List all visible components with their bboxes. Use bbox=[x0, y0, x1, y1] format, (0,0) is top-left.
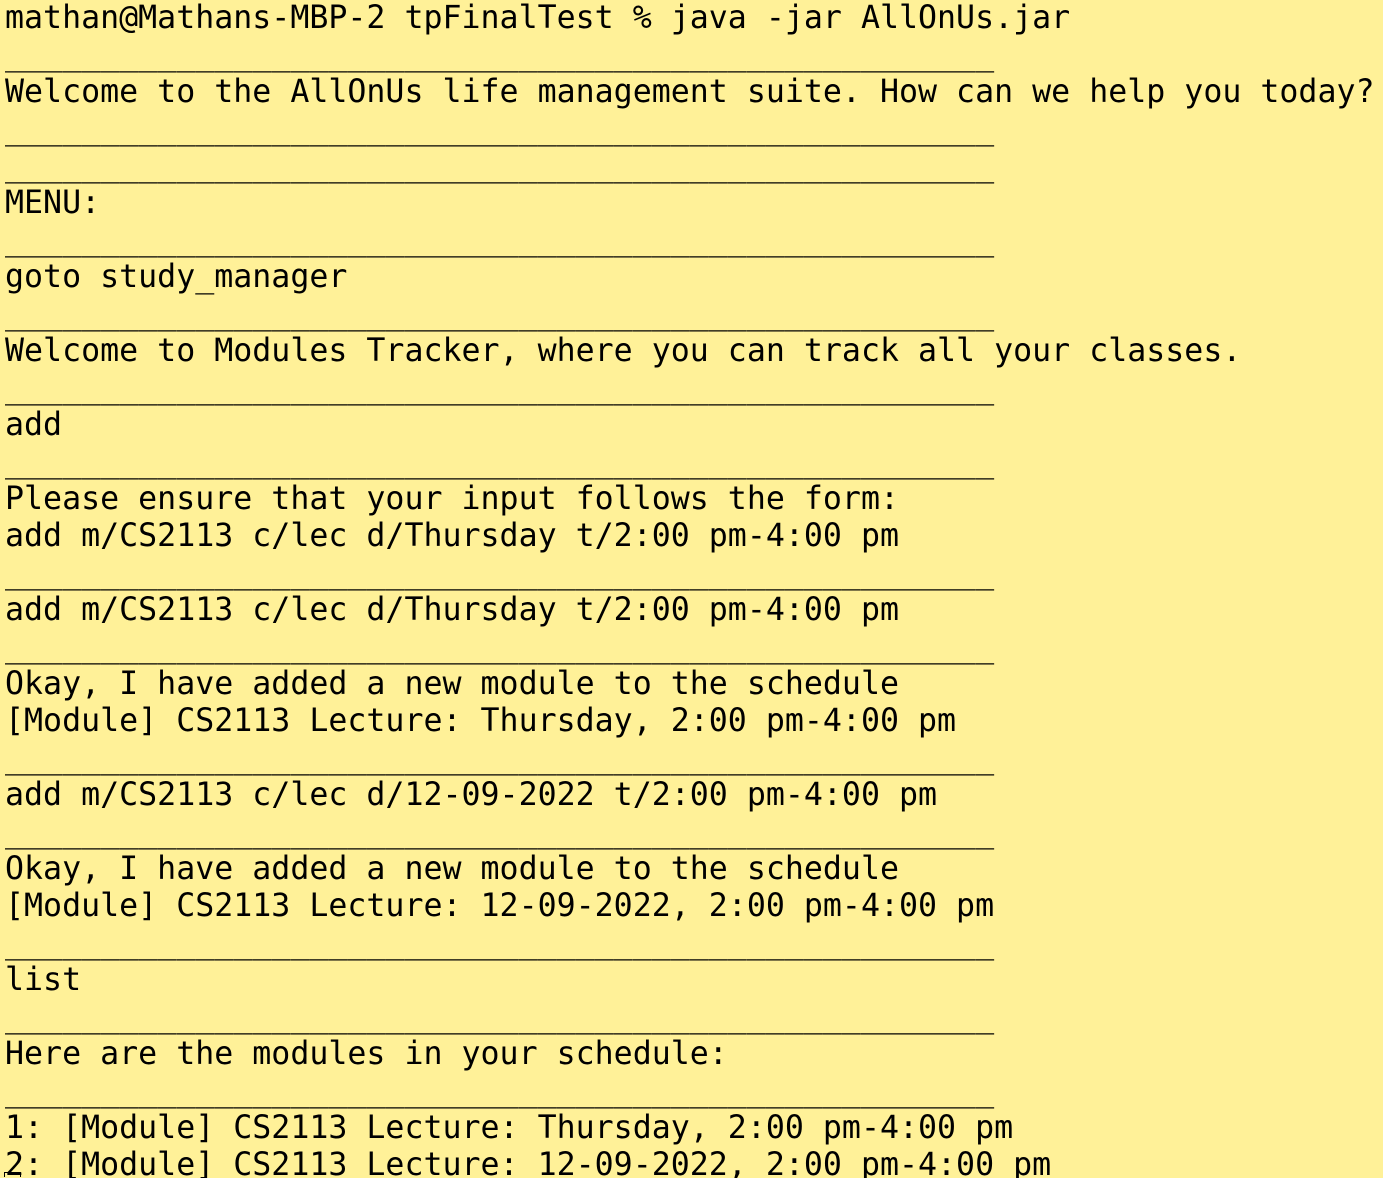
user-input-add: add bbox=[5, 407, 63, 443]
module-added-confirmation: Okay, I have added a new module to the s… bbox=[5, 666, 899, 702]
schedule-list-item: 1: [Module] CS2113 Lecture: Thursday, 2:… bbox=[5, 1110, 1014, 1146]
separator-line: ________________________________________… bbox=[5, 629, 995, 665]
menu-heading: MENU: bbox=[5, 185, 101, 221]
text-cursor bbox=[4, 1172, 21, 1177]
format-hint-message: Please ensure that your input follows th… bbox=[5, 481, 899, 517]
user-input-goto: goto study_manager bbox=[5, 259, 348, 295]
user-input-list: list bbox=[5, 962, 82, 998]
module-added-details: [Module] CS2113 Lecture: 12-09-2022, 2:0… bbox=[5, 888, 995, 924]
shell-prompt-command: mathan@Mathans-MBP-2 tpFinalTest % java … bbox=[5, 0, 1071, 36]
format-hint-example: add m/CS2113 c/lec d/Thursday t/2:00 pm-… bbox=[5, 518, 899, 554]
separator-line: ________________________________________… bbox=[5, 111, 995, 147]
separator-line: ________________________________________… bbox=[5, 37, 995, 73]
separator-line: ________________________________________… bbox=[5, 740, 995, 776]
separator-line: ________________________________________… bbox=[5, 444, 995, 480]
separator-line: ________________________________________… bbox=[5, 1073, 995, 1109]
separator-line: ________________________________________… bbox=[5, 814, 995, 850]
separator-line: ________________________________________… bbox=[5, 555, 995, 591]
separator-line: ________________________________________… bbox=[5, 999, 995, 1035]
schedule-list-item: 2: [Module] CS2113 Lecture: 12-09-2022, … bbox=[5, 1147, 1052, 1178]
separator-line: ________________________________________… bbox=[5, 296, 995, 332]
user-input-add-module: add m/CS2113 c/lec d/12-09-2022 t/2:00 p… bbox=[5, 777, 938, 813]
separator-line: ________________________________________… bbox=[5, 148, 995, 184]
module-added-details: [Module] CS2113 Lecture: Thursday, 2:00 … bbox=[5, 703, 957, 739]
separator-line: ________________________________________… bbox=[5, 370, 995, 406]
app-welcome-message: Welcome to the AllOnUs life management s… bbox=[5, 74, 1375, 110]
separator-line: ________________________________________… bbox=[5, 222, 995, 258]
module-added-confirmation: Okay, I have added a new module to the s… bbox=[5, 851, 899, 887]
separator-line: ________________________________________… bbox=[5, 925, 995, 961]
schedule-list-heading: Here are the modules in your schedule: bbox=[5, 1036, 728, 1072]
terminal-window[interactable]: mathan@Mathans-MBP-2 tpFinalTest % java … bbox=[0, 0, 1383, 1178]
user-input-add-module: add m/CS2113 c/lec d/Thursday t/2:00 pm-… bbox=[5, 592, 899, 628]
modules-tracker-welcome: Welcome to Modules Tracker, where you ca… bbox=[5, 333, 1242, 369]
